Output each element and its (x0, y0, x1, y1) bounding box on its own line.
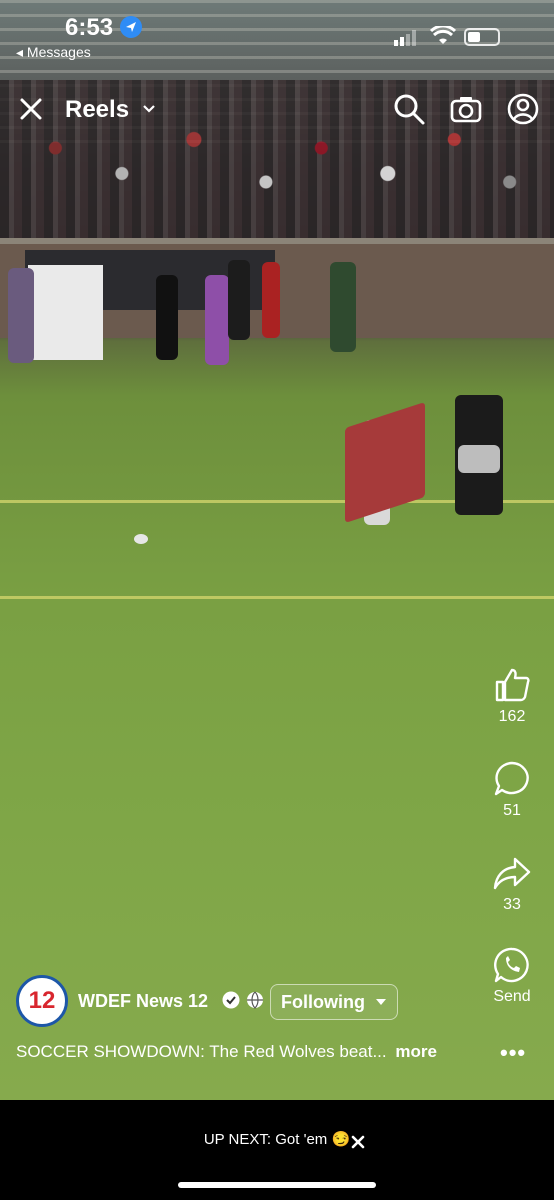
soccer-ball (134, 534, 148, 544)
caption-text: SOCCER SHOWDOWN: The Red Wolves beat... (16, 1042, 387, 1061)
like-count: 162 (498, 708, 526, 725)
caret-down-icon (375, 999, 386, 1005)
following-label: Following (281, 991, 365, 1012)
player (156, 275, 178, 360)
share-icon (493, 857, 531, 890)
more-options-icon[interactable]: ••• (500, 1040, 526, 1066)
player (262, 262, 280, 338)
battery-icon (464, 28, 500, 46)
globe-icon (247, 991, 263, 1009)
location-icon (120, 16, 142, 38)
camera-icon[interactable] (449, 92, 483, 126)
up-next-bar[interactable]: UP NEXT: Got 'em 😏 (0, 1130, 554, 1148)
whatsapp-icon (494, 947, 529, 983)
chevron-down-icon[interactable] (142, 102, 156, 116)
wifi-icon (430, 26, 456, 44)
stadium-sign (28, 265, 103, 360)
player (330, 262, 356, 352)
player (205, 275, 229, 365)
home-indicator[interactable] (178, 1182, 376, 1188)
caption[interactable]: SOCCER SHOWDOWN: The Red Wolves beat... … (16, 1042, 437, 1062)
share-button[interactable]: 33 (474, 854, 550, 914)
up-next-label: UP NEXT: (203, 1131, 272, 1148)
send-label: Send (493, 988, 531, 1005)
field-line (0, 596, 554, 599)
close-icon[interactable] (350, 1134, 366, 1150)
flag (345, 402, 425, 523)
up-next-emoji: 😏 (331, 1131, 351, 1148)
verified-icon (222, 991, 240, 1009)
status-time: 6:53 (65, 14, 114, 41)
close-icon[interactable] (16, 94, 46, 124)
like-icon (495, 668, 530, 702)
player (8, 268, 34, 363)
comment-icon (494, 761, 529, 796)
up-next-title: Got 'em (275, 1131, 328, 1148)
reel-video[interactable] (0, 0, 554, 1100)
author-row: 12 WDEF News 12 Following (16, 975, 416, 1029)
comment-count: 51 (503, 802, 521, 819)
man-shorts (458, 445, 500, 473)
more-link[interactable]: more (395, 1042, 437, 1061)
send-button[interactable]: Send (474, 946, 550, 1006)
signal-icon (394, 30, 416, 46)
search-icon[interactable] (392, 92, 426, 126)
reels-header: Reels (0, 88, 554, 132)
player (228, 260, 250, 340)
page-title[interactable]: Reels (65, 96, 129, 124)
comment-button[interactable]: 51 (474, 760, 550, 820)
profile-icon[interactable] (506, 92, 540, 126)
status-bar: 6:53 ◂ Messages (0, 0, 554, 70)
following-button[interactable]: Following (270, 984, 398, 1020)
back-to-messages[interactable]: ◂ Messages (16, 44, 91, 61)
author-avatar[interactable]: 12 (16, 975, 68, 1027)
like-button[interactable]: 162 (474, 666, 550, 726)
share-count: 33 (503, 896, 521, 913)
author-name[interactable]: WDEF News 12 (78, 991, 208, 1012)
avatar-logo-text: 12 (28, 987, 56, 1014)
